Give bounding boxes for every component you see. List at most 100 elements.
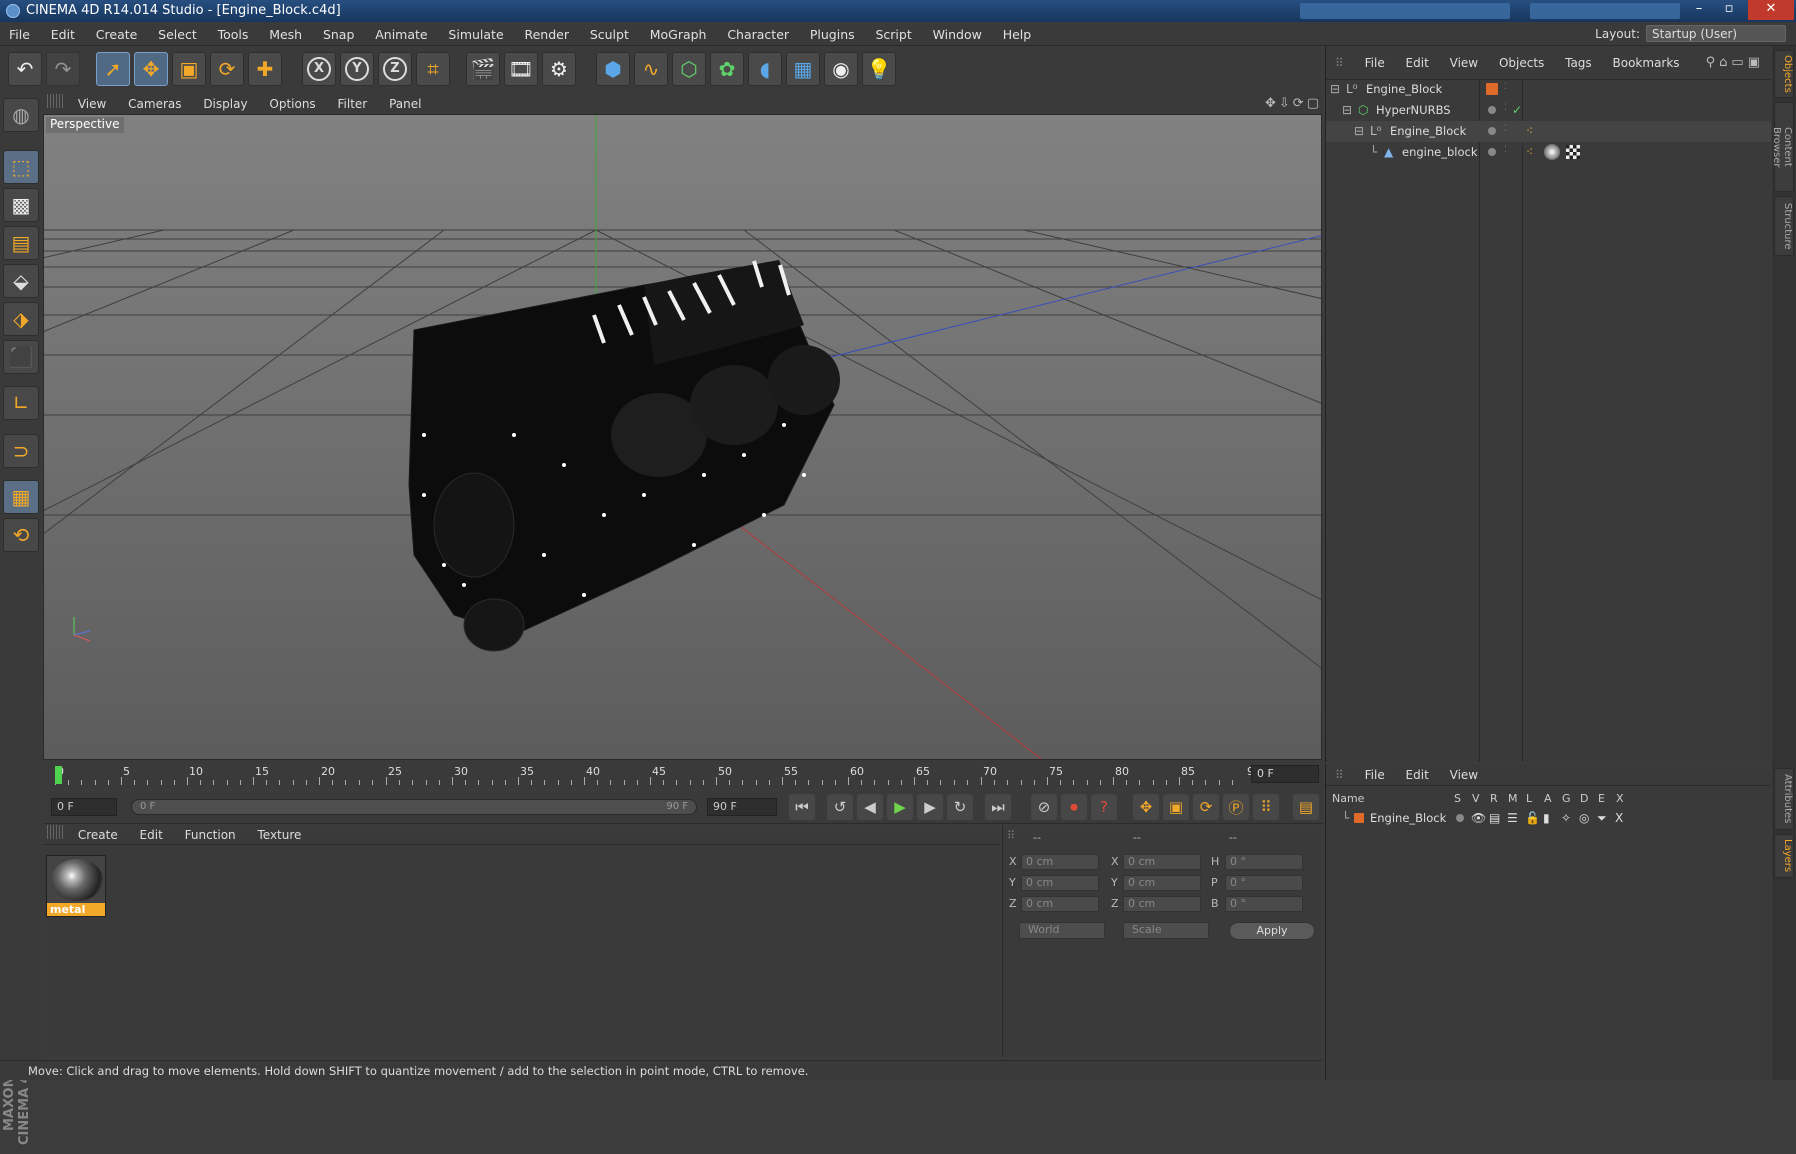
panel-grip[interactable] — [47, 825, 65, 839]
coordinate-mode-dropdown[interactable]: World — [1019, 922, 1105, 939]
layer-color-icon[interactable] — [1354, 813, 1364, 823]
object-row[interactable]: ⊟ L⁰ Engine_Block ⁚ — [1326, 79, 1771, 100]
orbit-icon[interactable]: ⟳ — [1293, 96, 1307, 111]
obj-menu-bookmarks[interactable]: Bookmarks — [1604, 46, 1688, 70]
size-x-field[interactable]: 0 cm — [1123, 854, 1201, 870]
subdivision-surface-icon[interactable]: ⬡ — [672, 52, 706, 86]
maximize-icon[interactable]: ▫ — [1714, 0, 1744, 20]
panel-grip[interactable]: ⠿ — [1326, 764, 1352, 782]
tab-attributes[interactable]: Attributes — [1774, 768, 1794, 830]
z-axis-lock-icon[interactable]: Z — [378, 52, 412, 86]
key-pla-icon[interactable]: ⠿ — [1253, 794, 1279, 820]
rot-h-field[interactable]: 0 ° — [1225, 854, 1303, 870]
obj-menu-view[interactable]: View — [1441, 46, 1486, 70]
visibility-dots-icon[interactable]: ⁚ — [1504, 124, 1507, 134]
size-mode-dropdown[interactable]: Scale — [1123, 922, 1209, 939]
material-tag-icon[interactable] — [1544, 144, 1560, 160]
visibility-dots-icon[interactable]: ⁚ — [1504, 103, 1507, 113]
layer-dot-icon[interactable] — [1488, 127, 1496, 135]
pos-z-field[interactable]: 0 cm — [1021, 896, 1099, 912]
rot-p-field[interactable]: 0 ° — [1225, 875, 1303, 891]
search-icon[interactable]: ⚲ — [1706, 55, 1720, 70]
obj-menu-tags[interactable]: Tags — [1556, 46, 1600, 70]
menu-plugins[interactable]: Plugins — [801, 22, 863, 42]
material-thumbnail[interactable]: metal — [46, 855, 106, 917]
go-to-start-icon[interactable]: ⏮ — [789, 794, 815, 820]
tag-icon[interactable]: ⁖ — [1526, 124, 1533, 138]
workplane-rotate-icon[interactable]: ⟲ — [3, 518, 39, 552]
minimize-icon[interactable]: – — [1684, 0, 1714, 20]
menu-tools[interactable]: Tools — [209, 22, 257, 42]
light-icon[interactable]: 💡 — [862, 52, 896, 86]
x-axis-lock-icon[interactable]: X — [302, 52, 336, 86]
redo-icon[interactable]: ↷ — [46, 52, 80, 86]
start-frame-field[interactable]: 0 F — [51, 798, 117, 816]
tab-content-browser[interactable]: Content Browser — [1771, 102, 1794, 192]
obj-menu-objects[interactable]: Objects — [1490, 46, 1552, 70]
preview-range-slider[interactable]: 0 F 90 F — [131, 799, 697, 815]
pos-x-field[interactable]: 0 cm — [1021, 854, 1099, 870]
close-icon[interactable]: ✕ — [1748, 0, 1794, 20]
viewport-menu-filter[interactable]: Filter — [329, 94, 377, 111]
play-icon[interactable]: ▶ — [887, 794, 913, 820]
move-tool-icon[interactable]: ✥ — [134, 52, 168, 86]
menu-create[interactable]: Create — [87, 22, 146, 42]
menu-mesh[interactable]: Mesh — [260, 22, 310, 42]
current-frame-field[interactable]: 0 F — [1251, 765, 1319, 783]
manager-toggle-icon[interactable]: ☰ — [1507, 811, 1518, 825]
xref-toggle-icon[interactable]: X — [1615, 811, 1623, 825]
key-parameter-icon[interactable]: Ⓟ — [1223, 794, 1249, 820]
viewport-menu-options[interactable]: Options — [260, 94, 324, 111]
spline-pen-icon[interactable]: ∿ — [634, 52, 668, 86]
axis-mode-icon[interactable]: ∟ — [3, 386, 39, 420]
layer-color-icon[interactable] — [1486, 83, 1498, 95]
next-key-icon[interactable]: ↻ — [947, 794, 973, 820]
playhead[interactable] — [55, 766, 62, 784]
workplane-mode-icon[interactable]: ▤ — [3, 226, 39, 260]
menu-animate[interactable]: Animate — [366, 22, 435, 42]
camera-icon[interactable]: ◉ — [824, 52, 858, 86]
layer-menu-view[interactable]: View — [1441, 764, 1486, 782]
cube-primitive-icon[interactable]: ⬢ — [596, 52, 630, 86]
render-view-icon[interactable]: 🎬 — [466, 52, 500, 86]
go-to-end-icon[interactable]: ⏭ — [985, 794, 1011, 820]
edges-mode-icon[interactable]: ⬗ — [3, 302, 39, 336]
tree-collapse-icon[interactable]: ⊟ — [1330, 82, 1340, 96]
next-frame-icon[interactable]: ▶ — [917, 794, 943, 820]
animation-toggle-icon[interactable]: ▮ — [1543, 811, 1550, 825]
tree-collapse-icon[interactable]: ⊟ — [1354, 124, 1364, 138]
panel-grip[interactable]: ⠿ — [1007, 829, 1015, 842]
menu-mograph[interactable]: MoGraph — [641, 22, 715, 42]
expressions-toggle-icon[interactable]: ⏷ — [1597, 811, 1607, 826]
layer-menu-edit[interactable]: Edit — [1397, 764, 1437, 782]
model-mode-icon[interactable]: ⬚ — [3, 150, 39, 184]
key-position-icon[interactable]: ✥ — [1133, 794, 1159, 820]
rot-b-field[interactable]: 0 ° — [1225, 896, 1303, 912]
menu-render[interactable]: Render — [515, 22, 577, 42]
engine-block-model[interactable] — [408, 260, 840, 652]
menu-sculpt[interactable]: Sculpt — [581, 22, 637, 42]
new-window-icon[interactable]: ▣ — [1748, 55, 1764, 70]
tab-structure[interactable]: Structure — [1774, 196, 1794, 256]
tab-objects[interactable]: Objects — [1774, 50, 1794, 98]
deformers-toggle-icon[interactable]: ◎ — [1579, 811, 1589, 825]
render-picture-viewer-icon[interactable]: 🎞 — [504, 52, 538, 86]
object-row[interactable]: ⊟ ⬡ HyperNURBS ⁚ ✓ — [1326, 100, 1771, 121]
render-settings-icon[interactable]: ⚙ — [542, 52, 576, 86]
uvw-tag-icon[interactable] — [1566, 145, 1580, 159]
menu-character[interactable]: Character — [718, 22, 797, 42]
size-z-field[interactable]: 0 cm — [1123, 896, 1201, 912]
menu-snap[interactable]: Snap — [314, 22, 362, 42]
solo-toggle-icon[interactable] — [1456, 814, 1464, 822]
material-menu-function[interactable]: Function — [176, 825, 245, 842]
viewport-menu-panel[interactable]: Panel — [380, 94, 430, 111]
menu-file[interactable]: File — [0, 22, 38, 42]
coordinate-system-icon[interactable]: ⌗ — [416, 52, 450, 86]
record-icon[interactable]: ⏺ — [1061, 794, 1087, 820]
maximize-view-icon[interactable]: ▢ — [1307, 96, 1322, 111]
layer-dot-icon[interactable] — [1488, 106, 1496, 114]
pos-y-field[interactable]: 0 cm — [1021, 875, 1099, 891]
snap-magnet-icon[interactable]: ⊃ — [3, 434, 39, 468]
visibility-dots-icon[interactable]: ⁚ — [1504, 145, 1507, 155]
timeline-ruler[interactable]: 051015202530354045505560657075808590 — [55, 763, 1261, 787]
